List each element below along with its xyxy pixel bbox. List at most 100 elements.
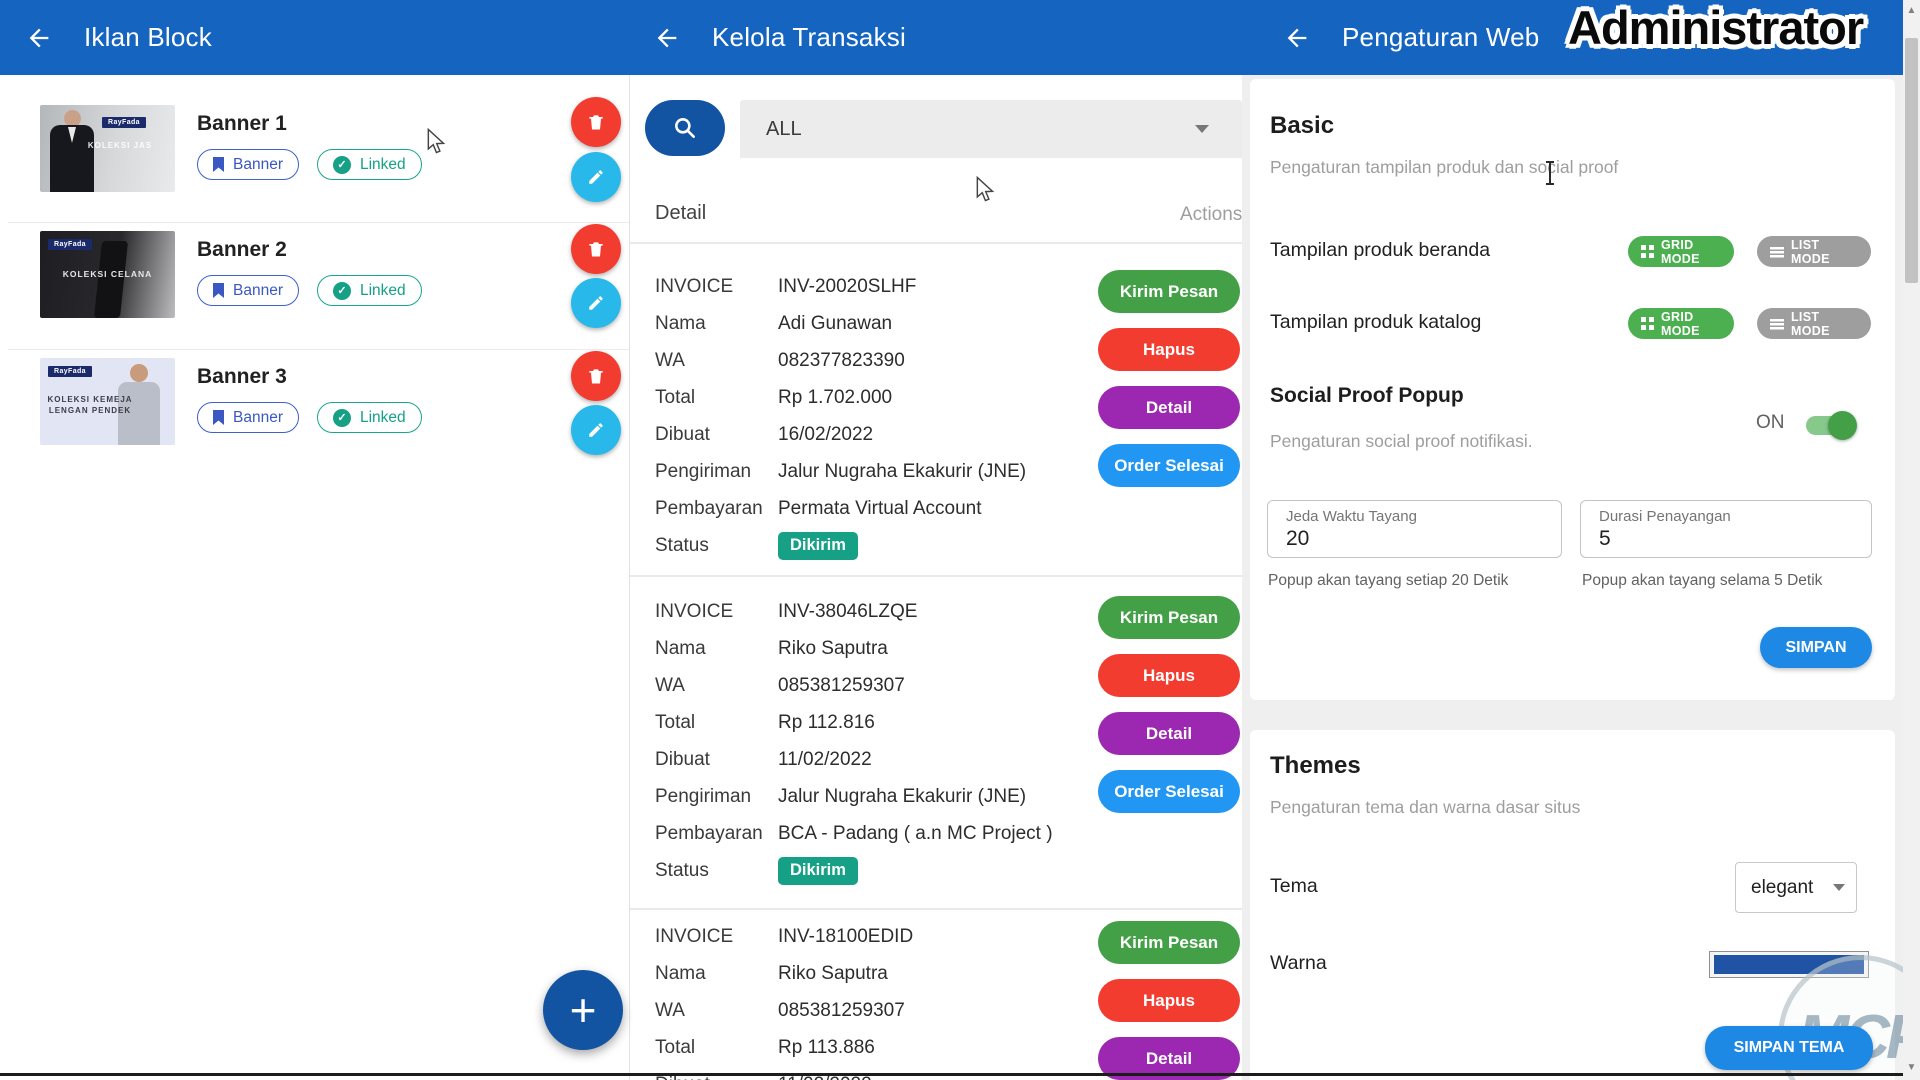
- plus-icon: +: [570, 983, 597, 1037]
- jeda-waktu-label: Jeda Waktu Tayang: [1286, 508, 1417, 525]
- wa-number: 085381259307: [778, 675, 905, 697]
- banner-type-chip: Banner: [197, 275, 299, 306]
- linked-chip-label: Linked: [360, 409, 406, 427]
- pengaturan-web-title: Pengaturan Web: [1342, 22, 1539, 53]
- row-divider: [630, 908, 1242, 910]
- banner-type-chip: Banner: [197, 402, 299, 433]
- pengaturan-web-panel: Basic Pengaturan tampilan produk dan soc…: [1242, 0, 1903, 1080]
- delete-banner-button[interactable]: [571, 224, 621, 274]
- banner-title: Banner 1: [197, 112, 287, 136]
- payment-method: BCA - Padang ( a.n MC Project ): [778, 823, 1053, 845]
- list-mode-button-beranda[interactable]: LIST MODE: [1757, 236, 1871, 267]
- grid-mode-button-katalog[interactable]: GRID MODE: [1628, 308, 1734, 339]
- jeda-waktu-value: 20: [1286, 527, 1309, 551]
- grid-mode-label: GRID MODE: [1661, 310, 1721, 338]
- delete-banner-button[interactable]: [571, 97, 621, 147]
- shipping-method: Jalur Nugraha Ekakurir (JNE): [778, 786, 1026, 808]
- order-selesai-button[interactable]: Order Selesai: [1098, 770, 1240, 813]
- tampilan-beranda-label: Tampilan produk beranda: [1270, 239, 1490, 262]
- linked-chip-label: Linked: [360, 156, 406, 174]
- grid-mode-button-beranda[interactable]: GRID MODE: [1628, 236, 1734, 267]
- created-date: 16/02/2022: [778, 424, 873, 446]
- simpan-tema-button[interactable]: SIMPAN TEMA: [1705, 1026, 1873, 1070]
- hapus-button[interactable]: Hapus: [1098, 979, 1240, 1022]
- transaction-detail-3: INVOICEINV-18100EDID NamaRiko Saputra WA…: [655, 918, 1115, 1080]
- status-badge: Dikirim: [778, 857, 858, 885]
- detail-button[interactable]: Detail: [1098, 712, 1240, 755]
- banner-caption: KOLEKSI JAS: [70, 141, 170, 150]
- kirim-pesan-button[interactable]: Kirim Pesan: [1098, 921, 1240, 964]
- back-arrow-icon[interactable]: [22, 21, 56, 55]
- back-arrow-icon[interactable]: [1280, 21, 1314, 55]
- simpan-button[interactable]: SIMPAN: [1760, 627, 1872, 668]
- kirim-pesan-button[interactable]: Kirim Pesan: [1098, 270, 1240, 313]
- trash-icon: [586, 239, 606, 259]
- back-arrow-icon[interactable]: [650, 21, 684, 55]
- durasi-label: Durasi Penayangan: [1599, 508, 1731, 525]
- row-divider: [630, 575, 1242, 577]
- toggle-knob: [1828, 411, 1857, 440]
- check-circle-icon: ✓: [333, 282, 351, 300]
- scroll-down-arrow[interactable]: ▼: [1903, 1059, 1920, 1075]
- search-button[interactable]: [645, 100, 725, 156]
- warna-label: Warna: [1270, 952, 1327, 975]
- durasi-input[interactable]: Durasi Penayangan 5: [1580, 500, 1872, 558]
- edit-banner-button[interactable]: [571, 152, 621, 202]
- social-proof-toggle[interactable]: [1806, 416, 1852, 435]
- jeda-waktu-input[interactable]: Jeda Waktu Tayang 20: [1267, 500, 1562, 558]
- basic-heading: Basic: [1270, 112, 1334, 140]
- bookmark-icon: [213, 410, 224, 425]
- total-amount: Rp 112.816: [778, 712, 875, 734]
- customer-name: Riko Saputra: [778, 963, 888, 985]
- pencil-icon: [587, 168, 605, 186]
- banner-list-item: RayFada KOLEKSI CELANA Banner 2 Banner ✓…: [0, 231, 630, 351]
- trousers-figure: [94, 241, 128, 318]
- list-mode-label: LIST MODE: [1791, 310, 1858, 338]
- add-banner-fab[interactable]: +: [543, 970, 623, 1050]
- created-date: 11/02/2022: [778, 749, 872, 771]
- hapus-button[interactable]: Hapus: [1098, 328, 1240, 371]
- kelola-transaksi-panel: ALL Detail Actions INVOICEINV-20020SLHF …: [630, 0, 1242, 1080]
- list-mode-button-katalog[interactable]: LIST MODE: [1757, 308, 1871, 339]
- transaction-detail-2: INVOICEINV-38046LZQE NamaRiko Saputra WA…: [655, 593, 1115, 889]
- wa-number: 085381259307: [778, 1000, 905, 1022]
- tampilan-katalog-label: Tampilan produk katalog: [1270, 311, 1481, 334]
- field-label: INVOICE: [655, 926, 778, 948]
- edit-banner-button[interactable]: [571, 405, 621, 455]
- durasi-value: 5: [1599, 527, 1611, 551]
- toggle-on-label: ON: [1756, 412, 1785, 434]
- hapus-button[interactable]: Hapus: [1098, 654, 1240, 697]
- field-label: Nama: [655, 638, 778, 660]
- field-label: Pembayaran: [655, 498, 778, 520]
- field-label: Nama: [655, 313, 778, 335]
- field-label: Total: [655, 712, 778, 734]
- invoice-number: INV-20020SLHF: [778, 276, 916, 298]
- edit-banner-button[interactable]: [571, 278, 621, 328]
- field-label: Dibuat: [655, 424, 778, 446]
- check-circle-icon: ✓: [333, 409, 351, 427]
- order-selesai-button[interactable]: Order Selesai: [1098, 444, 1240, 487]
- detail-button[interactable]: Detail: [1098, 386, 1240, 429]
- customer-name: Riko Saputra: [778, 638, 888, 660]
- tema-selected-value: elegant: [1751, 877, 1813, 899]
- delete-banner-button[interactable]: [571, 351, 621, 401]
- filter-selected-value: ALL: [766, 118, 802, 141]
- page-scrollbar[interactable]: ▲ ▼: [1903, 0, 1920, 1080]
- field-label: Status: [655, 860, 778, 882]
- trash-icon: [586, 366, 606, 386]
- total-amount: Rp 1.702.000: [778, 387, 892, 409]
- field-label: Dibuat: [655, 749, 778, 771]
- kirim-pesan-button[interactable]: Kirim Pesan: [1098, 596, 1240, 639]
- banner-list-item: RayFada KOLEKSI KEMEJA LENGAN PENDEK Ban…: [0, 358, 630, 478]
- tema-select[interactable]: elegant: [1735, 862, 1857, 913]
- invoice-number: INV-38046LZQE: [778, 601, 917, 623]
- banner-chip-label: Banner: [233, 282, 283, 300]
- transaction-filter-select[interactable]: ALL: [740, 100, 1242, 158]
- scrollbar-thumb[interactable]: [1905, 38, 1918, 283]
- payment-method: Permata Virtual Account: [778, 498, 981, 520]
- field-label: Nama: [655, 963, 778, 985]
- field-label: Total: [655, 387, 778, 409]
- total-amount: Rp 113.886: [778, 1037, 875, 1059]
- field-label: Pengiriman: [655, 461, 778, 483]
- scroll-up-arrow[interactable]: ▲: [1903, 2, 1920, 18]
